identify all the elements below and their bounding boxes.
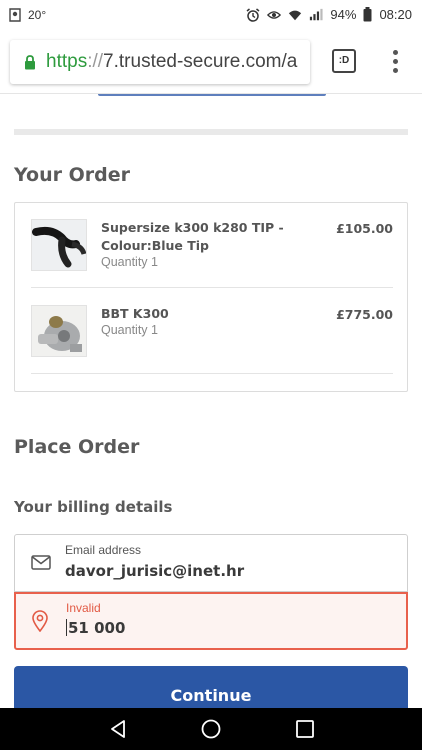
previous-button-edge xyxy=(98,94,326,96)
location-pin-icon xyxy=(32,610,48,632)
battery-percent: 94% xyxy=(330,7,357,22)
postcode-error-label: Invalid xyxy=(66,601,101,615)
product-quantity: Quantity 1 xyxy=(101,255,158,269)
text-cursor xyxy=(66,619,67,636)
product-price: £775.00 xyxy=(336,307,393,322)
alarm-icon xyxy=(246,7,260,22)
browser-toolbar: https://7.trusted-secure.com/a :D xyxy=(0,30,422,94)
postcode-text: 51 000 xyxy=(68,619,126,637)
order-summary: Supersize k300 k280 TIP - Colour:Blue Ti… xyxy=(14,202,408,392)
url-scheme: https xyxy=(46,51,88,72)
product-quantity: Quantity 1 xyxy=(101,323,158,337)
notification-app-icon xyxy=(9,8,21,22)
product-price: £105.00 xyxy=(336,221,393,236)
tab-switcher-button[interactable]: :D xyxy=(332,49,356,73)
system-navigation-bar xyxy=(0,708,422,750)
order-item: BBT K300 Quantity 1 £775.00 xyxy=(31,289,393,374)
battery-icon xyxy=(363,7,372,22)
email-field[interactable]: Email address davor_jurisic@inet.hr xyxy=(14,534,408,592)
product-name: BBT K300 xyxy=(101,306,169,321)
recents-icon[interactable] xyxy=(295,719,315,739)
url-separator: :// xyxy=(87,51,104,72)
address-bar[interactable]: https://7.trusted-secure.com/a xyxy=(10,40,310,84)
signal-icon xyxy=(310,8,323,20)
postcode-field[interactable]: Invalid 51 000 xyxy=(14,592,408,650)
status-bar: 20° 94% 08:20 xyxy=(0,0,422,30)
url-text: https://7.trusted-secure.com/a xyxy=(46,51,297,73)
url-host: 7.trusted-secure.com/a xyxy=(103,51,298,72)
email-label: Email address xyxy=(65,543,142,557)
postcode-value: 51 000 xyxy=(66,619,125,637)
place-order-heading: Place Order xyxy=(14,436,140,458)
overflow-menu-icon[interactable] xyxy=(388,48,402,76)
temperature: 20° xyxy=(28,8,47,22)
back-icon[interactable] xyxy=(108,719,128,739)
product-thumbnail xyxy=(31,219,87,271)
wifi-icon xyxy=(289,10,302,20)
continue-button[interactable]: Continue xyxy=(14,666,408,708)
section-divider xyxy=(14,129,408,135)
eye-comfort-icon xyxy=(267,10,282,19)
product-thumbnail xyxy=(31,305,87,357)
checkout-page: Your Order Supersize k300 k280 TIP - Col… xyxy=(0,94,422,708)
order-item: Supersize k300 k280 TIP - Colour:Blue Ti… xyxy=(31,203,393,288)
email-value: davor_jurisic@inet.hr xyxy=(65,562,245,580)
lock-icon xyxy=(25,54,35,69)
billing-details-heading: Your billing details xyxy=(14,498,173,516)
clock: 08:20 xyxy=(379,7,412,22)
home-icon[interactable] xyxy=(200,719,222,741)
envelope-icon xyxy=(31,555,51,570)
your-order-heading: Your Order xyxy=(14,164,130,186)
product-name: Supersize k300 k280 TIP - Colour:Blue Ti… xyxy=(101,220,284,253)
